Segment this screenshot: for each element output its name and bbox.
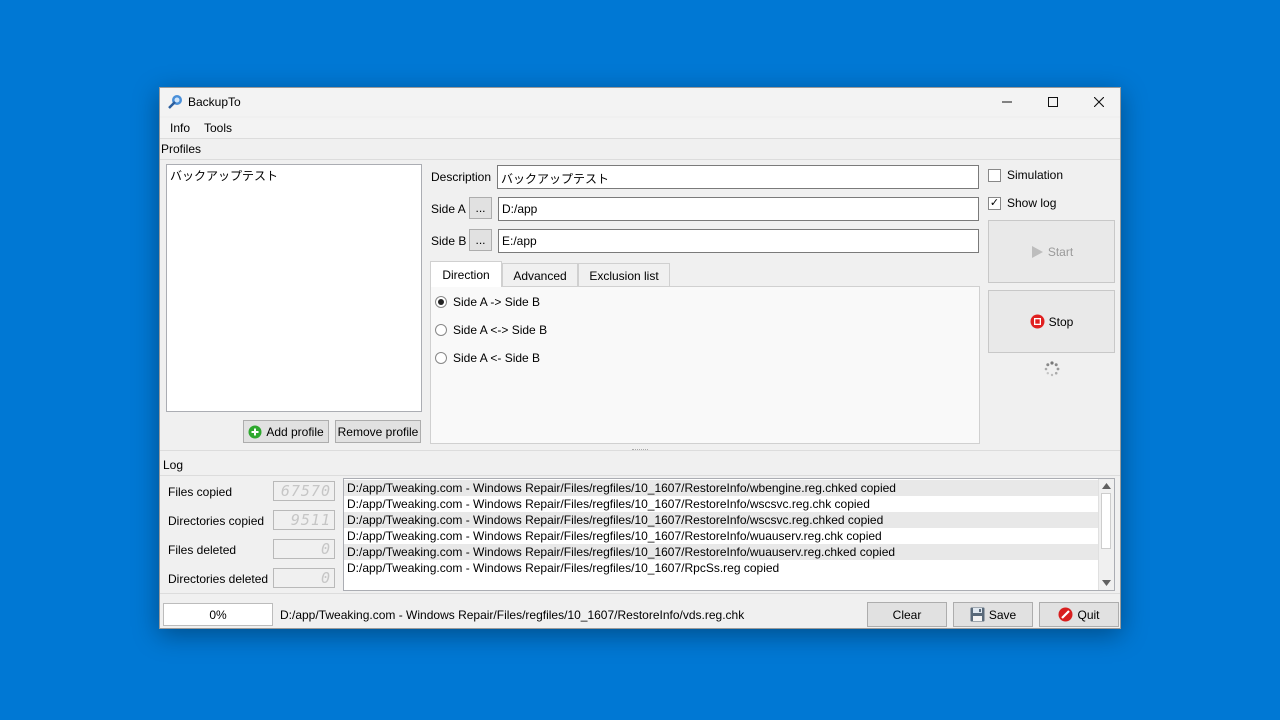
radio-a-both-b-label: Side A <-> Side B bbox=[453, 323, 548, 337]
maximize-icon bbox=[1048, 97, 1058, 107]
clear-button[interactable]: Clear bbox=[867, 602, 947, 627]
profiles-section-label: Profiles bbox=[161, 142, 202, 156]
description-label: Description bbox=[431, 170, 492, 184]
current-file-label: D:/app/Tweaking.com - Windows Repair/Fil… bbox=[280, 608, 745, 622]
title-bar: BackupTo bbox=[160, 88, 1120, 116]
app-window: BackupTo Info Tools Profiles バックアップテスト A… bbox=[159, 87, 1121, 629]
save-button[interactable]: Save bbox=[953, 602, 1033, 627]
radio-a-to-b-circle[interactable] bbox=[435, 296, 447, 308]
log-lines: D:/app/Tweaking.com - Windows Repair/Fil… bbox=[344, 480, 1100, 576]
radio-a-both-b[interactable]: Side A <-> Side B bbox=[435, 323, 547, 337]
close-icon bbox=[1094, 97, 1104, 107]
radio-a-to-b-label: Side A -> Side B bbox=[453, 295, 541, 309]
side-b-input[interactable]: E:/app bbox=[498, 229, 979, 253]
description-input[interactable]: バックアップテスト bbox=[497, 165, 979, 189]
radio-b-to-a-label: Side A <- Side B bbox=[453, 351, 541, 365]
stop-icon bbox=[1030, 314, 1045, 329]
tab-panel-direction: Side A -> Side B Side A <-> Side B Side … bbox=[430, 286, 980, 444]
directories-copied-counter: 9511 bbox=[273, 510, 335, 530]
directories-deleted-label: Directories deleted bbox=[168, 572, 269, 586]
clear-label: Clear bbox=[892, 607, 922, 622]
add-profile-button[interactable]: Add profile bbox=[243, 420, 329, 443]
show-log-checkbox-box[interactable]: ✓ bbox=[988, 196, 1001, 210]
files-deleted-counter: 0 bbox=[273, 539, 335, 559]
log-list[interactable]: D:/app/Tweaking.com - Windows Repair/Fil… bbox=[343, 478, 1115, 591]
tab-exclusion-list[interactable]: Exclusion list bbox=[578, 263, 670, 287]
remove-profile-button[interactable]: Remove profile bbox=[335, 420, 421, 443]
files-copied-label: Files copied bbox=[168, 485, 233, 499]
menu-info[interactable]: Info bbox=[170, 121, 190, 135]
save-label: Save bbox=[988, 607, 1017, 622]
radio-b-to-a-circle[interactable] bbox=[435, 352, 447, 364]
stop-button[interactable]: Stop bbox=[988, 290, 1115, 353]
menu-bar: Info Tools bbox=[160, 118, 1120, 139]
radio-a-to-b[interactable]: Side A -> Side B bbox=[435, 295, 540, 309]
tab-widget: Direction Advanced Exclusion list Side A… bbox=[430, 261, 980, 444]
log-scrollbar[interactable] bbox=[1098, 479, 1114, 590]
profile-list[interactable]: バックアップテスト bbox=[166, 164, 422, 412]
side-a-label: Side A bbox=[431, 202, 466, 216]
show-log-label: Show log bbox=[1007, 196, 1057, 210]
play-icon bbox=[1031, 245, 1043, 258]
splitter-handle[interactable] bbox=[632, 449, 648, 453]
loading-spinner-icon bbox=[1044, 361, 1060, 377]
side-b-browse-button[interactable]: ... bbox=[469, 229, 492, 251]
log-line: D:/app/Tweaking.com - Windows Repair/Fil… bbox=[347, 561, 780, 575]
remove-profile-label: Remove profile bbox=[337, 424, 419, 439]
save-icon bbox=[970, 607, 985, 622]
radio-a-both-b-circle[interactable] bbox=[435, 324, 447, 336]
log-line: D:/app/Tweaking.com - Windows Repair/Fil… bbox=[344, 512, 1100, 528]
minimize-button[interactable] bbox=[984, 88, 1030, 116]
log-section-label: Log bbox=[163, 458, 184, 472]
tab-advanced[interactable]: Advanced bbox=[502, 263, 578, 287]
start-label: Start bbox=[1047, 244, 1074, 259]
start-button[interactable]: Start bbox=[988, 220, 1115, 283]
log-line: D:/app/Tweaking.com - Windows Repair/Fil… bbox=[344, 544, 1100, 560]
side-a-input[interactable]: D:/app bbox=[498, 197, 979, 221]
files-deleted-label: Files deleted bbox=[168, 543, 237, 557]
directories-copied-label: Directories copied bbox=[168, 514, 265, 528]
scroll-down-icon[interactable] bbox=[1102, 580, 1111, 586]
files-copied-counter: 67570 bbox=[273, 481, 335, 501]
show-log-checkbox[interactable]: ✓ Show log bbox=[988, 196, 1056, 210]
simulation-checkbox[interactable]: Simulation bbox=[988, 168, 1063, 182]
simulation-label: Simulation bbox=[1007, 168, 1064, 182]
maximize-button[interactable] bbox=[1030, 88, 1076, 116]
menu-tools[interactable]: Tools bbox=[204, 121, 232, 135]
minimize-icon bbox=[1002, 101, 1012, 103]
close-button[interactable] bbox=[1076, 88, 1120, 116]
log-line: D:/app/Tweaking.com - Windows Repair/Fil… bbox=[347, 529, 882, 543]
progress-bar: 0% bbox=[163, 603, 273, 626]
directories-deleted-counter: 0 bbox=[273, 568, 335, 588]
log-line: D:/app/Tweaking.com - Windows Repair/Fil… bbox=[347, 497, 870, 511]
add-profile-label: Add profile bbox=[266, 424, 324, 439]
add-icon bbox=[248, 425, 262, 438]
simulation-checkbox-box[interactable] bbox=[988, 168, 1001, 182]
scroll-up-icon[interactable] bbox=[1102, 483, 1111, 489]
window-title: BackupTo bbox=[188, 95, 241, 109]
profile-list-item[interactable]: バックアップテスト bbox=[167, 165, 421, 186]
scroll-thumb[interactable] bbox=[1101, 493, 1111, 549]
quit-icon bbox=[1058, 607, 1073, 622]
app-logo-icon bbox=[168, 95, 182, 109]
side-a-browse-button[interactable]: ... bbox=[469, 197, 492, 219]
side-b-label: Side B bbox=[431, 234, 467, 248]
quit-button[interactable]: Quit bbox=[1039, 602, 1119, 627]
stop-label: Stop bbox=[1048, 314, 1074, 329]
tab-direction[interactable]: Direction bbox=[430, 261, 502, 287]
log-line: D:/app/Tweaking.com - Windows Repair/Fil… bbox=[344, 480, 1100, 496]
quit-label: Quit bbox=[1077, 607, 1100, 622]
radio-b-to-a[interactable]: Side A <- Side B bbox=[435, 351, 540, 365]
